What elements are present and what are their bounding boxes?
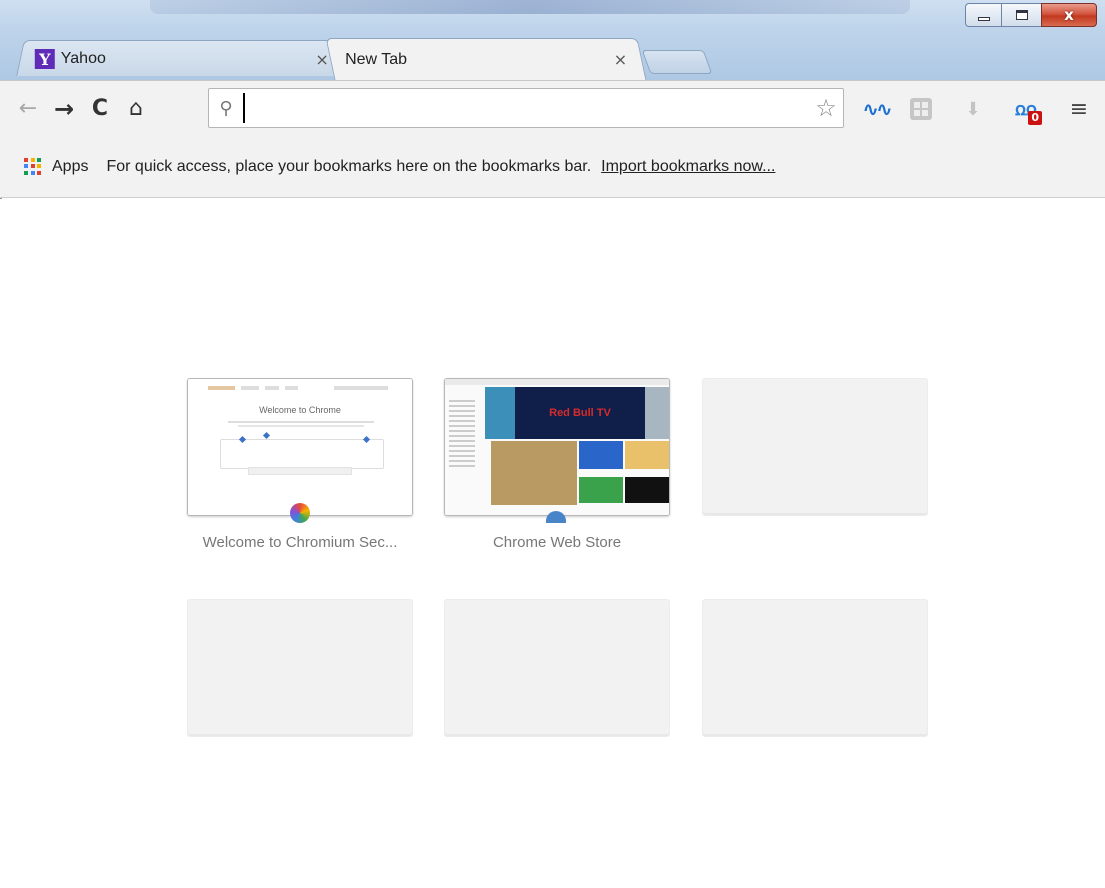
reload-button[interactable]: C (84, 93, 116, 125)
home-button[interactable]: ⌂ (120, 93, 152, 125)
apps-dot (37, 157, 42, 162)
window-controls: x (965, 3, 1097, 27)
close-icon: x (1064, 6, 1074, 24)
chrome-menu-icon[interactable]: ≡ (1064, 93, 1094, 125)
puzzle-extension-icon[interactable] (906, 93, 936, 125)
close-window-button[interactable]: x (1041, 3, 1097, 27)
apps-dot (24, 170, 28, 175)
wave-extension-icon[interactable]: ∿∿ (860, 93, 893, 125)
search-icon: ⚲ (219, 97, 233, 119)
apps-dot (37, 164, 42, 169)
tile-caption[interactable]: Chrome Web Store (444, 534, 670, 551)
back-button[interactable]: ← (12, 93, 44, 125)
apps-dot (24, 157, 28, 162)
maximize-icon (1015, 10, 1028, 20)
apps-dot (37, 170, 42, 175)
omnibox[interactable]: ⚲ ☆ (208, 88, 844, 128)
apps-shortcut[interactable]: Apps (52, 158, 88, 176)
tab-yahoo[interactable]: Y Yahoo × (16, 40, 344, 76)
maximize-button[interactable] (1001, 3, 1041, 27)
new-tab-page: Welcome to Chrome Welcome to Chromium Se… (0, 199, 1105, 888)
minimize-icon (977, 17, 990, 21)
address-input[interactable] (243, 93, 809, 123)
forward-button[interactable]: → (48, 93, 80, 125)
import-bookmarks-link[interactable]: Import bookmarks now... (601, 158, 775, 176)
most-visited-tile[interactable]: Red Bull TV (444, 378, 670, 516)
apps-dot (30, 164, 35, 169)
thumbnail-welcome: Welcome to Chrome (188, 379, 412, 515)
monitor-extension-icon[interactable]: ꭥꭥ 0 (1006, 93, 1046, 125)
thumbnail-title: Welcome to Chrome (259, 405, 341, 415)
close-tab-icon[interactable]: × (315, 49, 328, 68)
close-tab-icon[interactable]: × (614, 50, 627, 69)
redbull-banner-text: Red Bull TV (549, 407, 611, 419)
empty-tile (702, 378, 928, 516)
most-visited-tile[interactable]: Welcome to Chrome (187, 378, 413, 516)
extension-badge: 0 (1028, 111, 1042, 125)
forward-arrow-icon: → (53, 94, 75, 123)
tab-title: New Tab (345, 50, 408, 68)
window-title-blur (150, 0, 910, 14)
yahoo-favicon-icon: Y (34, 48, 55, 69)
empty-tile (702, 599, 928, 737)
navigation-toolbar: ← → C ⌂ ⚲ ☆ ∿∿ ⬇ ꭥꭥ 0 ≡ (0, 80, 1105, 136)
tab-strip: Y Yahoo × New Tab × x (0, 0, 1105, 80)
download-extension-icon[interactable]: ⬇ (958, 93, 988, 125)
new-tab-button[interactable] (641, 50, 713, 74)
tab-new-tab[interactable]: New Tab × (325, 38, 647, 80)
bookmarks-hint-text: For quick access, place your bookmarks h… (106, 157, 592, 175)
thumbnail-web-store: Red Bull TV (445, 379, 669, 515)
bookmarks-bar: Apps For quick access, place your bookma… (0, 136, 1105, 198)
empty-tile (187, 599, 413, 737)
home-icon: ⌂ (129, 96, 143, 121)
apps-grid-icon[interactable] (24, 157, 42, 176)
apps-dot (30, 157, 35, 162)
minimize-button[interactable] (965, 3, 1001, 27)
reload-icon: C (91, 96, 109, 121)
bookmark-star-icon[interactable]: ☆ (809, 94, 843, 122)
apps-dot (30, 170, 35, 175)
tab-title: Yahoo (60, 49, 106, 67)
tile-caption[interactable]: Welcome to Chromium Sec... (187, 534, 413, 551)
back-arrow-icon: ← (18, 96, 38, 121)
chromium-favicon-icon (290, 503, 310, 523)
apps-dot (24, 164, 28, 169)
empty-tile (444, 599, 670, 737)
